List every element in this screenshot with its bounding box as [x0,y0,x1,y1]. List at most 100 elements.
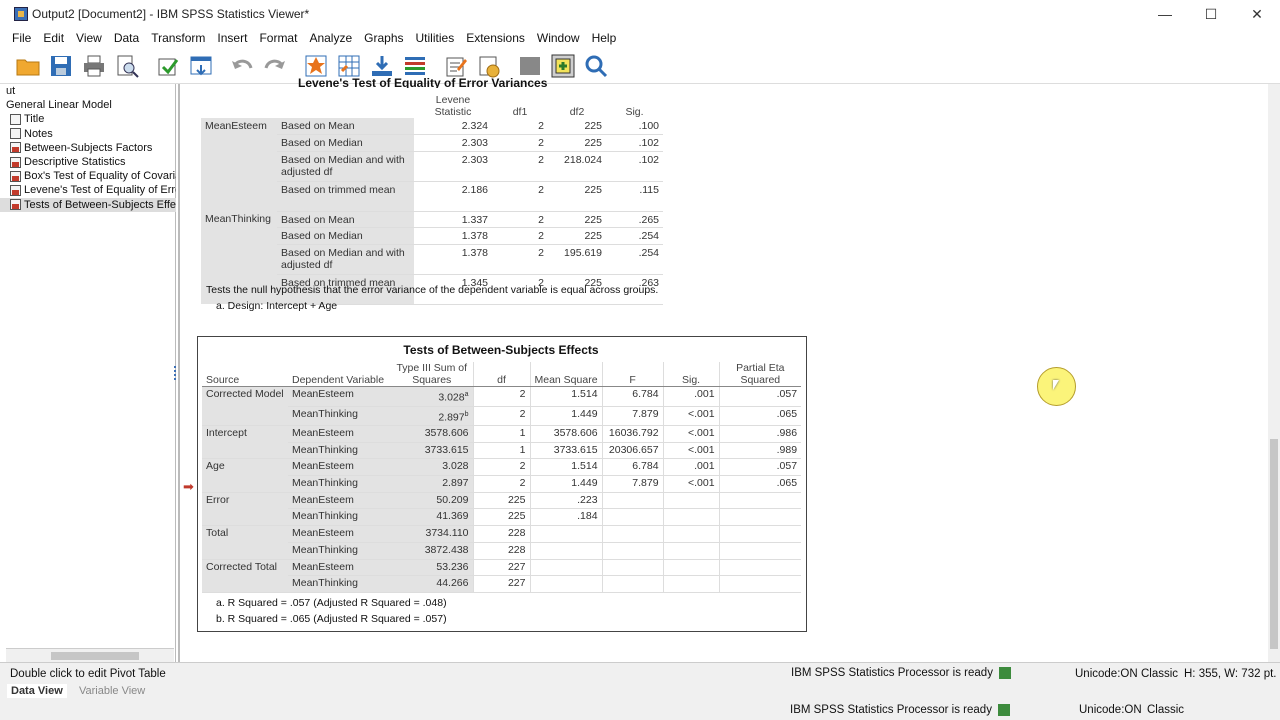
table-icon [10,184,21,196]
maximize-button[interactable]: ☐ [1188,0,1234,28]
cell-sum-of-squares: 3.028 [391,458,473,477]
row-label: Based on Mean [277,118,414,135]
current-item-arrow-icon: ➡ [183,479,194,494]
cell-partial-eta: .986 [718,425,802,443]
cell-mean-square: .184 [529,508,603,527]
dialog-recall-icon[interactable] [187,52,215,80]
table-row: MeanThinking 3733.615 1 3733.615 20306.657 <.… [202,442,802,460]
cell-mean-square: 3733.615 [529,442,603,460]
cell-mean-square: 1.449 [529,406,603,426]
menu-extensions[interactable]: Extensions [466,31,525,45]
menu-help[interactable]: Help [592,31,617,45]
outline-item-levene-test[interactable]: Levene's Test of Equality of Error [0,183,176,197]
print-preview-icon[interactable] [113,52,141,80]
outline-root-prefix[interactable]: ut [0,84,176,98]
cell-mean-square [529,525,603,543]
cell-f: 7.879 [601,475,664,493]
menu-file[interactable]: File [12,31,31,45]
cell-sig: .254 [606,227,663,245]
cell-df: 228 [472,542,530,560]
cell-source: Error [202,492,288,509]
redo-icon[interactable] [261,52,289,80]
cell-df2: 195.619 [548,244,606,275]
outline-item-box-test[interactable]: Box's Test of Equality of Covariar [0,169,176,183]
cell-f [601,542,664,560]
outline-item-descriptive-statistics[interactable]: Descriptive Statistics [0,155,176,169]
menu-graphs[interactable]: Graphs [364,31,403,45]
outline-item-tests-between-subjects[interactable]: Tests of Between-Subjects Effec [0,197,176,212]
header-mean-square: Mean Square [529,362,603,387]
cell-dependent-variable: MeanEsteem [288,458,391,477]
row-label: Based on Median [277,227,414,245]
group-label: MeanEsteem [201,118,277,135]
outline-item-title[interactable]: Title [0,112,176,126]
between-subjects-pivot-table[interactable]: Tests of Between-Subjects Effects Source… [197,336,807,632]
outline-item-label: Between-Subjects Factors [24,141,153,154]
cell-statistic: 1.378 [414,227,492,245]
undo-icon[interactable] [228,52,256,80]
outline-item-label: Box's Test of Equality of Covariar [24,170,176,183]
cell-value: 50.209 [436,493,469,506]
minimize-button[interactable]: — [1142,0,1188,28]
outline-item-notes[interactable]: Notes [0,127,176,141]
title-bar: Output2 [Document2] - IBM SPSS Statistic… [0,0,1280,28]
cell-dependent-variable: MeanEsteem [288,386,391,407]
outline-item-between-subjects-factors[interactable]: Between-Subjects Factors [0,141,176,155]
menu-data[interactable]: Data [114,31,139,45]
menu-window[interactable]: Window [537,31,580,45]
cell-f: 6.784 [601,458,664,477]
cell-sig [662,525,720,543]
cell-sum-of-squares: 3.028a [391,386,473,407]
cell-statistic: 2.303 [414,151,492,182]
open-folder-icon[interactable] [14,52,42,80]
cell-f [601,508,664,527]
outline-item-label: Title [24,113,45,126]
export-icon[interactable] [154,52,182,80]
cell-df: 225 [472,508,530,527]
cell-sig [662,559,720,577]
designate-window-icon[interactable] [549,52,577,80]
cell-statistic: 2.303 [414,134,492,152]
cell-df1: 2 [492,211,548,228]
close-button[interactable]: ✕ [1234,0,1280,28]
tbs-footnote-a: a. R Squared = .057 (Adjusted R Squared … [216,597,447,609]
cell-partial-eta: .065 [718,475,802,493]
cell-mean-square: 1.449 [529,475,603,493]
cell-dependent-variable: MeanEsteem [288,492,391,510]
scrollbar-thumb[interactable] [51,652,139,660]
cell-sig [662,492,720,510]
scrollbar-thumb[interactable] [1270,439,1278,649]
cell-df2: 225 [548,227,606,245]
menu-insert[interactable]: Insert [217,31,247,45]
cell-df2: 225 [548,181,606,212]
status-bar: Double click to edit Pivot Table IBM SPS… [0,662,1280,684]
print-icon[interactable] [80,52,108,80]
tbs-table[interactable]: Source Dependent Variable Type III Sum o… [202,362,802,593]
outline-horizontal-scrollbar[interactable] [6,648,174,662]
output-vertical-scrollbar[interactable] [1268,84,1280,662]
levene-table[interactable]: Levene Statistic df1 df2 Sig. MeanEsteem… [201,94,663,305]
menu-analyze[interactable]: Analyze [309,31,352,45]
menu-transform[interactable]: Transform [151,31,205,45]
group-blank [201,151,277,181]
cell-value: 2.897 [442,477,469,490]
save-icon[interactable] [47,52,75,80]
outline-root[interactable]: General Linear Model [0,98,176,112]
menu-utilities[interactable]: Utilities [416,31,455,45]
tab-variable-view[interactable]: Variable View [75,684,149,698]
cell-partial-eta: .065 [718,406,802,426]
menu-format[interactable]: Format [259,31,297,45]
bottom-mode: Classic [1147,704,1185,716]
search-icon[interactable] [582,52,610,80]
cell-source: Age [202,458,288,476]
cell-sig: <.001 [662,442,720,460]
cell-sig: .115 [606,181,663,212]
menu-view[interactable]: View [76,31,102,45]
status-unicode: Unicode:ON [1075,667,1138,680]
cell-f [601,525,664,543]
group-blank [201,134,277,151]
header-blank [201,94,277,118]
menu-edit[interactable]: Edit [43,31,64,45]
title-icon [10,113,21,125]
tab-data-view[interactable]: Data View [7,684,67,698]
